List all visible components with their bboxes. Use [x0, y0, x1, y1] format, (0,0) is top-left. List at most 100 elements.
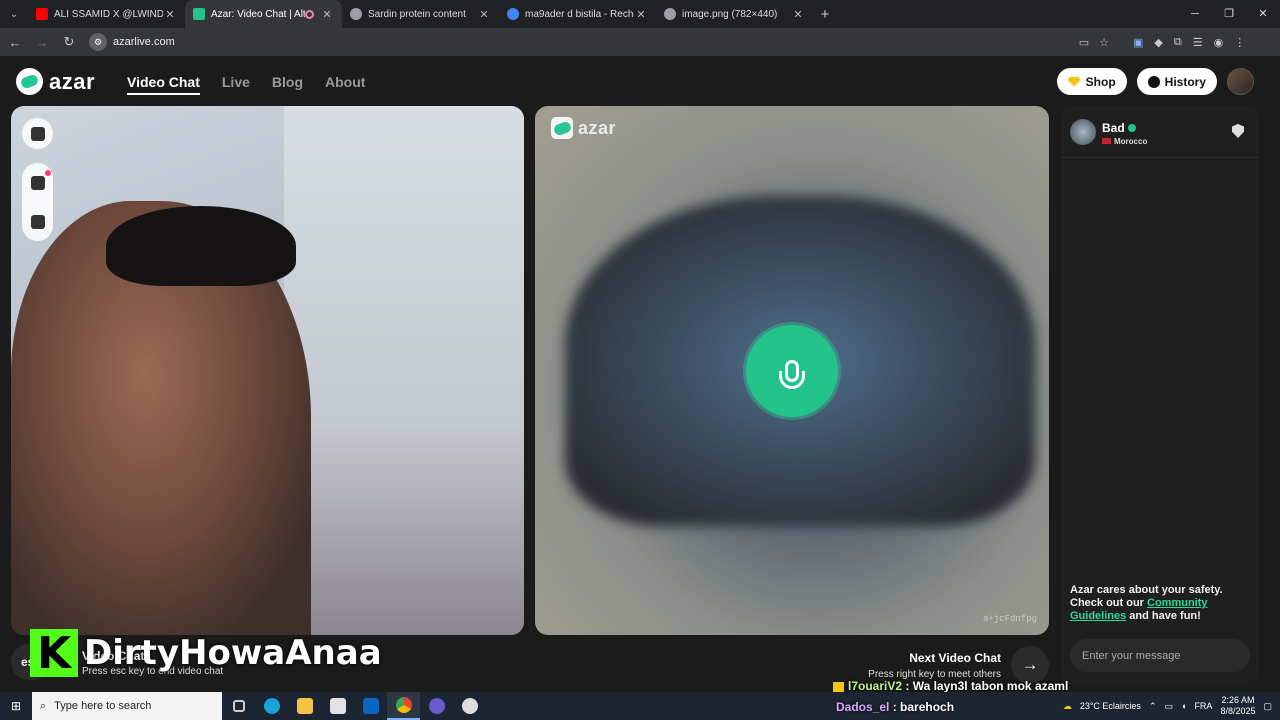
local-video [11, 106, 524, 635]
arrow-right-icon: → [1021, 655, 1039, 674]
partner-country: Morocco [1114, 137, 1148, 146]
tab-azar[interactable]: Azar: Video Chat | Alternati ✕ [185, 0, 342, 28]
tab-sardin[interactable]: Sardin protein content ✕ [342, 0, 499, 28]
close-tab-icon[interactable]: ✕ [163, 8, 177, 21]
file-explorer-icon[interactable] [288, 692, 321, 720]
window-controls: ─ ❐ ✕ [1178, 0, 1280, 28]
background-wall [284, 106, 524, 635]
outlook-icon[interactable] [354, 692, 387, 720]
forward-icon[interactable]: → [30, 35, 54, 50]
user-avatar[interactable] [1227, 68, 1254, 95]
url-text[interactable]: azarlive.com [113, 36, 1079, 48]
effects-toolbar [22, 163, 53, 241]
site-header: azar Video Chat Live Blog About Shop His… [0, 56, 1280, 106]
weather-text[interactable]: 23°C Eclaircies [1080, 701, 1141, 711]
taskbar-search[interactable]: ⌕ Type here to search [32, 692, 222, 720]
nav-video-chat[interactable]: Video Chat [127, 74, 200, 95]
nav-about[interactable]: About [325, 74, 365, 95]
close-window-icon[interactable]: ✕ [1246, 0, 1280, 28]
message-input[interactable] [1070, 639, 1250, 672]
tab-google[interactable]: ma9ader d bistila - Recherche G ✕ [499, 0, 656, 28]
partner-avatar[interactable] [1070, 119, 1096, 145]
restore-icon[interactable]: ❐ [1212, 0, 1246, 28]
chrome-profile-icon[interactable] [453, 692, 486, 720]
shop-label: Shop [1085, 74, 1116, 89]
history-button[interactable]: History [1136, 68, 1217, 95]
language-indicator[interactable]: FRA [1194, 701, 1212, 711]
speaker-icon[interactable]: ◖ [1181, 701, 1186, 711]
google-icon [507, 8, 519, 20]
microphone-button[interactable] [746, 325, 838, 417]
minimize-video-button[interactable] [22, 118, 53, 149]
remote-azar-watermark: azar [551, 117, 616, 139]
windows-start-icon[interactable]: ⊞ [0, 699, 32, 713]
tab-title: Sardin protein content [368, 8, 466, 20]
weather-icon[interactable]: ☁ [1063, 701, 1072, 712]
chat-text: : barehoch [889, 700, 955, 714]
extensions-puzzle-icon[interactable]: ⧉ [1174, 36, 1182, 49]
taskbar-clock[interactable]: 2:26 AM 8/8/2025 [1220, 695, 1255, 717]
streamer-name: DirtyHowaAnaa [84, 633, 382, 673]
logo-text: azar [49, 68, 96, 94]
reload-icon[interactable]: ↻ [57, 34, 81, 50]
azar-logo-icon [16, 68, 43, 95]
stream-overlay: K DirtyHowaAnaa [30, 628, 382, 679]
edge-icon[interactable] [255, 692, 288, 720]
session-id: a+jcFdnfpg [982, 614, 1037, 624]
new-tab-button[interactable]: + [813, 6, 837, 23]
windows-taskbar: ⊞ ⌕ Type here to search ☁ 23°C Eclaircie… [0, 692, 1280, 720]
nav-blog[interactable]: Blog [272, 74, 303, 95]
safety-notice: Azar cares about your safety. Check out … [1070, 584, 1250, 623]
store-icon[interactable] [321, 692, 354, 720]
minimize-icon[interactable]: ─ [1178, 0, 1212, 28]
app-icon[interactable] [420, 692, 453, 720]
azar-page: azar Video Chat Live Blog About Shop His… [0, 56, 1280, 692]
recording-icon [305, 9, 314, 19]
tab-title: Azar: Video Chat | Alternati [211, 8, 305, 20]
history-label: History [1164, 74, 1206, 89]
tab-image[interactable]: image.png (782×440) ✕ [656, 0, 813, 28]
close-tab-icon[interactable]: ✕ [477, 8, 491, 21]
shop-button[interactable]: Shop [1056, 68, 1127, 95]
close-tab-icon[interactable]: ✕ [791, 8, 805, 21]
close-tab-icon[interactable]: ✕ [320, 8, 334, 21]
chat-text: : Wa layn3l tabon mok azaml [902, 679, 1069, 693]
youtube-favicon-icon [36, 8, 48, 20]
browser-toolbar: ← → ↻ ⚙ azarlive.com ▭ ☆ ▣ ◆ ⧉ ☰ ◉ ⋮ [0, 28, 1280, 56]
menu-kebab-icon[interactable]: ⋮ [1234, 36, 1245, 49]
remote-video: azar a+jcFdnfpg [535, 106, 1049, 635]
cast-icon[interactable]: ▭ [1079, 36, 1089, 49]
microphone-icon [779, 360, 805, 389]
report-shield-icon[interactable] [1232, 124, 1244, 138]
verified-badge-icon [1127, 124, 1136, 132]
azar-logo[interactable]: azar [16, 68, 95, 95]
search-icon: ⌕ [40, 699, 47, 712]
close-tab-icon[interactable]: ✕ [634, 8, 648, 21]
next-chat-hint: Next Video Chat Press right key to meet … [868, 651, 1001, 680]
extension-icon[interactable]: ◆ [1154, 36, 1162, 49]
kick-logo-icon: K [30, 628, 78, 679]
address-bar[interactable]: ⚙ azarlive.com ▭ ☆ [89, 31, 1119, 53]
partner-name: Bad [1102, 121, 1125, 135]
sparkle-effects-icon[interactable] [30, 175, 45, 190]
tab-title: ma9ader d bistila - Recherche G [525, 8, 634, 20]
translate-icon[interactable]: ▣ [1133, 36, 1143, 49]
tray-chevron-icon[interactable]: ⌃ [1149, 701, 1157, 712]
bookmark-star-icon[interactable]: ☆ [1099, 36, 1109, 49]
network-icon[interactable]: ▭ [1164, 701, 1173, 712]
site-info-icon[interactable]: ⚙ [89, 33, 107, 51]
system-tray: ☁ 23°C Eclaircies ⌃ ▭ ◖ FRA 2:26 AM 8/8/… [1063, 692, 1272, 720]
notifications-icon[interactable]: ▢ [1263, 701, 1272, 712]
clock-date: 8/8/2025 [1220, 706, 1256, 716]
back-icon[interactable]: ← [3, 35, 27, 50]
profile-icon[interactable]: ◉ [1214, 36, 1224, 49]
reading-list-icon[interactable]: ☰ [1193, 36, 1203, 49]
tab-search-icon[interactable]: ⌄ [0, 0, 28, 28]
chrome-icon[interactable] [387, 692, 420, 720]
tab-youtube[interactable]: ALI SSAMID X @LWINDofficiel ✕ [28, 0, 185, 28]
chat-panel: Bad Morocco Azar cares about your safety… [1061, 106, 1259, 685]
task-view-icon[interactable] [222, 692, 255, 720]
face-filter-icon[interactable] [30, 214, 45, 229]
local-user-hair [106, 206, 296, 286]
nav-live[interactable]: Live [222, 74, 250, 95]
